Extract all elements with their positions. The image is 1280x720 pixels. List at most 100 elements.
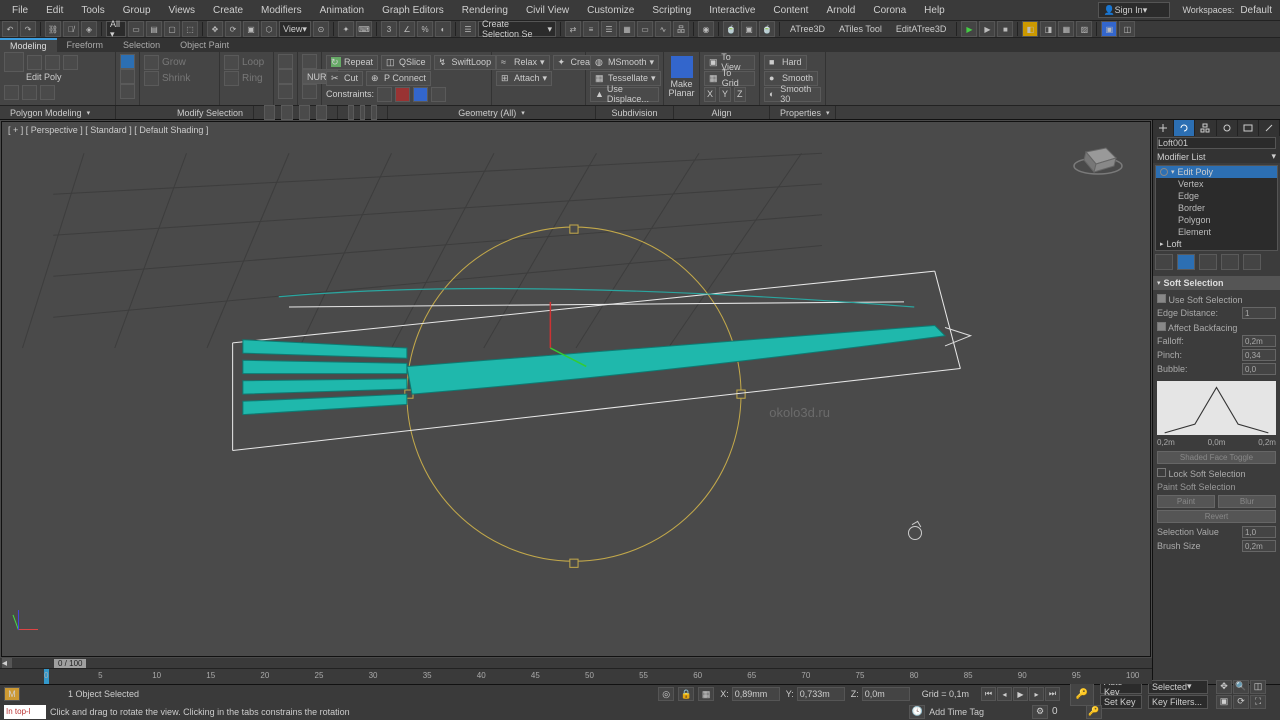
select-icon[interactable]: ▭ — [128, 21, 144, 37]
pconnect-button[interactable]: ⊕P Connect — [366, 71, 431, 86]
show-end-result-icon[interactable] — [1177, 254, 1195, 270]
sel-tool-d-icon[interactable] — [316, 105, 327, 120]
tool-c-icon[interactable]: ▦ — [1058, 21, 1074, 37]
stack-edit-poly[interactable]: ▾Edit Poly — [1156, 166, 1277, 178]
pin-stack-icon[interactable] — [1155, 254, 1173, 270]
stored-b-icon[interactable] — [360, 105, 366, 120]
tab-object-paint[interactable]: Object Paint — [170, 38, 239, 52]
goto-start-icon[interactable]: ⏮ — [981, 687, 996, 701]
material-editor-icon[interactable]: ◉ — [698, 21, 714, 37]
edge-distance-spinner[interactable]: 1 — [1242, 307, 1276, 319]
remove-modifier-icon[interactable] — [1221, 254, 1239, 270]
stored-a-icon[interactable] — [348, 105, 354, 120]
maxscript-mini-icon[interactable]: M — [4, 687, 20, 701]
placement-icon[interactable]: ⬡ — [261, 21, 277, 37]
sel-c-icon[interactable] — [278, 84, 293, 99]
tab-modify-icon[interactable] — [1174, 120, 1195, 136]
y-field[interactable]: 0,733m — [797, 687, 845, 701]
constraint-edge-icon[interactable] — [395, 87, 410, 102]
stop-icon[interactable]: ■ — [997, 21, 1013, 37]
selection-set-dropdown[interactable]: Create Selection Se ▾ — [478, 21, 556, 37]
eye-icon[interactable] — [1160, 168, 1168, 176]
time-tag-icon[interactable]: 🕓 — [909, 705, 925, 719]
to-grid-button[interactable]: ▦To Grid — [704, 71, 755, 86]
affect-backfacing-checkbox[interactable] — [1157, 322, 1166, 331]
modifier-list-dropdown[interactable]: Modifier List▾ — [1153, 150, 1280, 163]
align-footer[interactable]: Align — [674, 106, 770, 119]
qslice-button[interactable]: ◫QSlice — [381, 55, 431, 70]
ref-coord-dropdown[interactable]: View ▾ — [279, 21, 311, 37]
menu-create[interactable]: Create — [205, 3, 251, 18]
geometry-footer[interactable]: Geometry (All) — [388, 106, 596, 119]
tab-selection[interactable]: Selection — [113, 38, 170, 52]
modifier-stack[interactable]: ▾Edit Poly Vertex Edge Border Polygon El… — [1155, 165, 1278, 251]
constraint-normal-icon[interactable] — [431, 87, 446, 102]
stack-polygon[interactable]: Polygon — [1156, 214, 1277, 226]
goto-end-icon[interactable]: ⏭ — [1045, 687, 1060, 701]
sel-tool-c-icon[interactable] — [299, 105, 310, 120]
swiftloop-button[interactable]: ↯SwiftLoop — [434, 55, 497, 70]
plugin-atree[interactable]: ATree3D — [784, 24, 831, 34]
tool-f-icon[interactable]: ◫ — [1119, 21, 1135, 37]
constraint-face-icon[interactable] — [413, 87, 428, 102]
subdivision-footer[interactable]: Subdivision — [596, 106, 674, 119]
abs-rel-icon[interactable]: ▦ — [698, 687, 714, 701]
redo-icon[interactable]: ↷ — [20, 21, 36, 37]
menu-customize[interactable]: Customize — [579, 3, 642, 18]
ring-icon[interactable] — [224, 71, 239, 86]
menu-file[interactable]: File — [4, 3, 36, 18]
undo-icon[interactable]: ↶ — [2, 21, 18, 37]
manip-icon[interactable]: ✦ — [338, 21, 354, 37]
scale-icon[interactable]: ▣ — [243, 21, 259, 37]
properties-footer[interactable]: Properties — [770, 106, 836, 119]
menu-edit[interactable]: Edit — [38, 3, 71, 18]
stack-vertex[interactable]: Vertex — [1156, 178, 1277, 190]
so-vertex-icon[interactable] — [27, 55, 42, 70]
window-crossing-icon[interactable]: ⬚ — [182, 21, 198, 37]
repeat-button[interactable]: ↻Repeat — [326, 55, 378, 70]
bind-icon[interactable]: ◈ — [81, 21, 97, 37]
tab-display-icon[interactable] — [1238, 120, 1259, 136]
planar-x-button[interactable]: X — [704, 87, 716, 102]
menu-views[interactable]: Views — [161, 3, 204, 18]
menu-rendering[interactable]: Rendering — [454, 3, 516, 18]
fov-icon[interactable]: ◫ — [1250, 680, 1266, 694]
paint-button[interactable]: Paint — [1157, 495, 1215, 508]
select-region-icon[interactable]: ▢ — [164, 21, 180, 37]
make-planar-button[interactable]: Make Planar — [664, 52, 700, 105]
edit-a-icon[interactable] — [302, 54, 317, 69]
layers-icon[interactable]: ☰ — [601, 21, 617, 37]
menu-scripting[interactable]: Scripting — [644, 3, 699, 18]
next-frame-icon[interactable]: ▸ — [1029, 687, 1044, 701]
sel-tool-b-icon[interactable] — [281, 105, 292, 120]
workspaces-dropdown[interactable]: Default — [1236, 5, 1276, 16]
schematic-icon[interactable]: 品 — [673, 21, 689, 37]
rotate-icon[interactable]: ⟳ — [225, 21, 241, 37]
menu-content[interactable]: Content — [765, 3, 816, 18]
hard-button[interactable]: ■Hard — [764, 55, 807, 70]
menu-arnold[interactable]: Arnold — [818, 3, 863, 18]
zoom-icon[interactable]: 🔍 — [1233, 680, 1249, 694]
percent-snap-icon[interactable]: % — [417, 21, 433, 37]
signin-dropdown[interactable]: 👤 Sign In ▾ — [1098, 2, 1170, 18]
shaded-face-button[interactable]: Shaded Face Toggle — [1157, 451, 1276, 464]
current-frame-field[interactable]: 0 — [1052, 706, 1082, 717]
play-icon[interactable]: ▶ — [961, 21, 977, 37]
add-time-tag[interactable]: Add Time Tag — [929, 707, 984, 717]
tool-a-icon[interactable]: ◧ — [1022, 21, 1038, 37]
falloff-spinner[interactable]: 0,2m — [1242, 335, 1276, 347]
edit-c-icon[interactable] — [302, 84, 317, 99]
time-slider[interactable]: ◂ 0 / 100 — [0, 658, 1152, 668]
grow-icon[interactable] — [144, 55, 159, 70]
brush-size-spinner[interactable]: 0,2m — [1242, 540, 1276, 552]
time-config-icon[interactable]: ⚙ — [1032, 705, 1048, 719]
stack-loft[interactable]: ▸Loft — [1156, 238, 1277, 250]
menu-graph-editors[interactable]: Graph Editors — [374, 3, 452, 18]
menu-group[interactable]: Group — [115, 3, 159, 18]
layer-explorer-icon[interactable]: ▦ — [619, 21, 635, 37]
kbd-icon[interactable]: ⌨ — [356, 21, 372, 37]
sel-tool-a-icon[interactable] — [264, 105, 275, 120]
render-frame-icon[interactable]: ▣ — [741, 21, 757, 37]
ignore-backfacing-icon[interactable] — [120, 54, 135, 69]
mirror-icon[interactable]: ⇄ — [565, 21, 581, 37]
